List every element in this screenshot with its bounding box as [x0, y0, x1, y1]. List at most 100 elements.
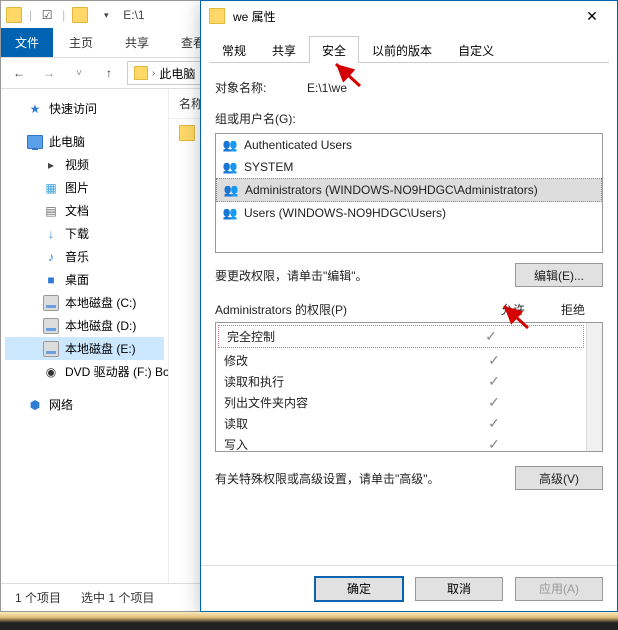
group-user-list[interactable]: 👥 Authenticated Users 👥SYSTEM 👥Administra… [215, 133, 603, 253]
sidebar-item-dvd[interactable]: ◉DVD 驱动器 (F:) Bo [5, 360, 164, 383]
nav-back-button[interactable]: ← [7, 61, 31, 85]
edit-button[interactable]: 编辑(E)... [515, 263, 603, 287]
sidebar-item-disk-d[interactable]: 本地磁盘 (D:) [5, 314, 164, 337]
advanced-hint: 有关特殊权限或高级设置，请单击"高级"。 [215, 470, 440, 487]
disk-icon [43, 295, 59, 311]
apply-button[interactable]: 应用(A) [515, 577, 603, 601]
sidebar-item-label: 本地磁盘 (D:) [65, 317, 136, 334]
separator: | [62, 8, 65, 22]
perm-label: 写入 [224, 436, 466, 451]
scrollbar[interactable] [586, 323, 602, 451]
status-item-count: 1 个项目 [15, 589, 61, 606]
permissions-label: Administrators 的权限(P) [215, 301, 483, 318]
sidebar-item-label: 图片 [65, 179, 89, 196]
edit-hint: 要更改权限，请单击"编辑"。 [215, 267, 368, 284]
monitor-icon [27, 134, 43, 150]
folder-icon [5, 6, 23, 24]
download-icon: ↓ [43, 226, 59, 242]
sidebar-item-desktop[interactable]: ■ 桌面 [5, 268, 164, 291]
picture-icon: ▦ [43, 180, 59, 196]
sidebar-item-quick-access[interactable]: ★快速访问 [5, 97, 164, 120]
group-item-authenticated-users[interactable]: 👥 Authenticated Users [216, 134, 602, 156]
ribbon-tab-share[interactable]: 共享 [109, 28, 165, 57]
desktop-icon: ■ [43, 272, 59, 288]
sidebar-item-downloads[interactable]: ↓ 下载 [5, 222, 164, 245]
sidebar-item-label: 快速访问 [49, 100, 97, 117]
sidebar-item-label: 本地磁盘 (E:) [65, 340, 136, 357]
group-item-users[interactable]: 👥Users (WINDOWS-NO9HDGC\Users) [216, 202, 602, 224]
tab-share[interactable]: 共享 [259, 36, 309, 63]
sidebar-item-disk-e[interactable]: 本地磁盘 (E:) [5, 337, 164, 360]
sidebar-item-label: DVD 驱动器 (F:) Bo [65, 363, 169, 380]
document-icon: ▤ [43, 203, 59, 219]
nav-forward-button[interactable]: → [37, 61, 61, 85]
check-icon: ✓ [466, 394, 522, 411]
sidebar-item-label: 文档 [65, 202, 89, 219]
sidebar-item-label: 本地磁盘 (C:) [65, 294, 136, 311]
ok-button[interactable]: 确定 [315, 577, 403, 601]
sidebar-item-documents[interactable]: ▤ 文档 [5, 199, 164, 222]
address-box[interactable]: › 此电脑 › [127, 61, 210, 85]
ribbon-tab-file[interactable]: 文件 [1, 28, 53, 57]
perm-row-list-folder[interactable]: 列出文件夹内容✓ [216, 392, 586, 413]
properties-dialog: we 属性 ✕ 常规 共享 安全 以前的版本 自定义 对象名称: E:\1\we… [200, 0, 618, 612]
group-item-label: Authenticated Users [244, 138, 352, 152]
ribbon-tab-home[interactable]: 主页 [53, 28, 109, 57]
perm-row-modify[interactable]: 修改✓ [216, 350, 586, 371]
sidebar-item-network[interactable]: ⬢网络 [5, 393, 164, 416]
perm-row-write[interactable]: 写入✓ [216, 434, 586, 451]
group-item-label: SYSTEM [244, 160, 293, 174]
disk-icon [43, 318, 59, 334]
dialog-footer: 确定 取消 应用(A) [201, 565, 617, 611]
nav-up-button[interactable]: ↑ [97, 61, 121, 85]
sidebar-item-label: 下载 [65, 225, 89, 242]
users-icon: 👥 [222, 137, 238, 153]
check-icon: ✓ [466, 352, 522, 369]
group-item-administrators[interactable]: 👥Administrators (WINDOWS-NO9HDGC\Adminis… [216, 178, 602, 202]
dialog-titlebar: we 属性 ✕ [201, 1, 617, 31]
sidebar-item-label: 此电脑 [49, 133, 85, 150]
tab-general[interactable]: 常规 [209, 36, 259, 63]
music-icon: ♪ [43, 249, 59, 265]
folder-icon [179, 125, 195, 141]
sidebar-item-this-pc[interactable]: 此电脑 [5, 130, 164, 153]
address-hint: E:\1 [123, 8, 144, 22]
folder-icon [71, 6, 89, 24]
group-item-system[interactable]: 👥SYSTEM [216, 156, 602, 178]
perm-row-read[interactable]: 读取✓ [216, 413, 586, 434]
group-item-label: Users (WINDOWS-NO9HDGC\Users) [244, 206, 446, 220]
tab-security[interactable]: 安全 [309, 36, 359, 63]
nav-recent-button[interactable]: ˅ [67, 61, 91, 85]
check-icon: ✓ [463, 328, 519, 345]
tab-previous-versions[interactable]: 以前的版本 [359, 36, 445, 63]
sidebar-item-music[interactable]: ♪ 音乐 [5, 245, 164, 268]
object-name-value: E:\1\we [307, 81, 347, 95]
sidebar-item-label: 音乐 [65, 248, 89, 265]
permissions-list: 完全控制✓ 修改✓ 读取和执行✓ 列出文件夹内容✓ 读取✓ 写入✓ [215, 322, 603, 452]
close-button[interactable]: ✕ [575, 5, 609, 27]
disc-icon: ◉ [43, 364, 59, 380]
explorer-sidebar: ★快速访问 此电脑 ▸视频 ▦ 图片 ▤ 文档 ↓ 下载 ♪ 音乐 ■ 桌面 本地磁盘 (… [1, 89, 169, 583]
cancel-button[interactable]: 取消 [415, 577, 503, 601]
sidebar-item-pictures[interactable]: ▦ 图片 [5, 176, 164, 199]
network-icon: ⬢ [27, 397, 43, 413]
perm-row-full-control[interactable]: 完全控制✓ [218, 325, 584, 348]
advanced-button[interactable]: 高级(V) [515, 466, 603, 490]
checkbox-icon[interactable]: ☑ [38, 6, 56, 24]
perm-row-read-execute[interactable]: 读取和执行✓ [216, 371, 586, 392]
folder-icon [209, 8, 225, 24]
perm-label: 读取 [224, 415, 466, 432]
folder-icon [134, 66, 148, 80]
status-selected-count: 选中 1 个项目 [81, 589, 154, 606]
tab-custom[interactable]: 自定义 [445, 36, 507, 63]
crumb-thispc[interactable]: 此电脑 [159, 65, 195, 82]
check-icon: ✓ [466, 436, 522, 451]
group-item-label: Administrators (WINDOWS-NO9HDGC\Administ… [245, 183, 538, 197]
sidebar-item-disk-c[interactable]: 本地磁盘 (C:) [5, 291, 164, 314]
dialog-title: we 属性 [233, 8, 276, 25]
sidebar-item-label: 桌面 [65, 271, 89, 288]
chevron-right-icon: › [152, 68, 155, 79]
dropdown-icon[interactable]: ▾ [97, 6, 115, 24]
video-icon: ▸ [43, 157, 59, 173]
sidebar-item-videos[interactable]: ▸视频 [5, 153, 164, 176]
